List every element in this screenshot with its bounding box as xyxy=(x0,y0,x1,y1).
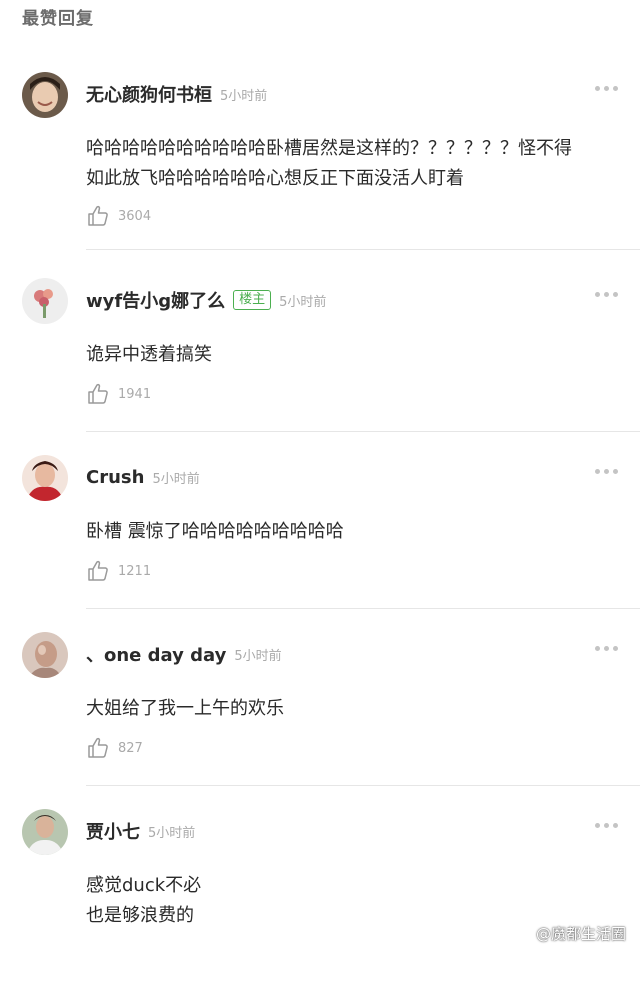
username[interactable]: 贾小七 xyxy=(86,818,140,844)
comment-content: 哈哈哈哈哈哈哈哈哈哈卧槽居然是这样的？？？？？？怪不得 如此放飞哈哈哈哈哈哈心想… xyxy=(86,134,626,194)
comment-line: 诡异中透着搞笑 xyxy=(86,344,212,365)
thumbs-up-icon xyxy=(88,560,108,581)
like-button[interactable]: 827 xyxy=(86,736,143,760)
comment-header: 贾小七 5小时前 xyxy=(86,817,195,845)
thumbs-up-icon xyxy=(88,205,108,226)
divider xyxy=(86,785,640,786)
avatar[interactable] xyxy=(22,278,68,324)
avatar[interactable] xyxy=(22,632,68,678)
comment-header: Crush 5小时前 xyxy=(86,463,200,491)
divider xyxy=(86,431,640,432)
comment-line: 卧槽 震惊了哈哈哈哈哈哈哈哈哈 xyxy=(86,521,344,542)
like-count: 827 xyxy=(118,740,143,756)
like-count: 1211 xyxy=(118,563,152,579)
username[interactable]: 、one day day xyxy=(86,641,226,667)
watermark-text: @魔都生活圈 xyxy=(535,925,626,943)
avatar[interactable] xyxy=(22,72,68,118)
divider xyxy=(86,249,640,250)
avatar[interactable] xyxy=(22,455,68,501)
op-badge: 楼主 xyxy=(233,290,272,310)
avatar[interactable] xyxy=(22,809,68,855)
comment-item: 无心颜狗何书桓 5小时前 哈哈哈哈哈哈哈哈哈哈卧槽居然是这样的？？？？？？怪不得… xyxy=(0,72,640,250)
section-title: 最赞回复 xyxy=(22,9,94,29)
comment-time: 5小时前 xyxy=(220,88,268,104)
username[interactable]: 无心颜狗何书桓 xyxy=(86,81,212,107)
like-button[interactable]: 1211 xyxy=(86,559,151,583)
comment-content: 感觉duck不必 也是够浪费的 xyxy=(86,871,626,931)
comment-line: 大姐给了我一上午的欢乐 xyxy=(86,698,284,719)
more-options-icon[interactable] xyxy=(595,86,618,91)
comment-time: 5小时前 xyxy=(234,648,282,664)
more-options-icon[interactable] xyxy=(595,469,618,474)
comment-time: 5小时前 xyxy=(279,294,327,310)
comment-item: 、one day day 5小时前 大姐给了我一上午的欢乐 827 xyxy=(0,632,640,810)
comment-time: 5小时前 xyxy=(148,825,196,841)
comment-time: 5小时前 xyxy=(152,471,200,487)
like-count: 1941 xyxy=(118,386,152,402)
comment-header: 、one day day 5小时前 xyxy=(86,640,282,668)
comment-header: 无心颜狗何书桓 5小时前 xyxy=(86,80,267,108)
more-options-icon[interactable] xyxy=(595,646,618,651)
divider xyxy=(86,608,640,609)
like-button[interactable]: 1941 xyxy=(86,382,151,406)
comment-line: 哈哈哈哈哈哈哈哈哈哈卧槽居然是这样的？？？？？？怪不得 xyxy=(86,138,572,159)
thumbs-up-icon xyxy=(88,383,108,404)
comment-header: wyf告小g娜了么 楼主 5小时前 xyxy=(86,286,326,314)
thumbs-up-icon xyxy=(88,737,108,758)
comment-content: 卧槽 震惊了哈哈哈哈哈哈哈哈哈 xyxy=(86,517,626,547)
comment-item: Crush 5小时前 卧槽 震惊了哈哈哈哈哈哈哈哈哈 1211 xyxy=(0,455,640,633)
comment-content: 大姐给了我一上午的欢乐 xyxy=(86,694,626,724)
weibo-logo-icon xyxy=(512,926,531,942)
comment-line: 感觉duck不必 xyxy=(86,875,202,896)
like-button[interactable]: 3604 xyxy=(86,204,151,228)
watermark: @魔都生活圈 xyxy=(512,923,626,944)
like-count: 3604 xyxy=(118,208,152,224)
comment-line: 如此放飞哈哈哈哈哈哈心想反正下面没活人盯着 xyxy=(86,168,464,189)
more-options-icon[interactable] xyxy=(595,292,618,297)
comment-content: 诡异中透着搞笑 xyxy=(86,340,626,370)
username[interactable]: wyf告小g娜了么 xyxy=(86,287,225,313)
username[interactable]: Crush xyxy=(86,467,144,488)
more-options-icon[interactable] xyxy=(595,823,618,828)
comment-item: 贾小七 5小时前 感觉duck不必 也是够浪费的 xyxy=(0,809,640,987)
comment-item: wyf告小g娜了么 楼主 5小时前 诡异中透着搞笑 1941 xyxy=(0,278,640,456)
